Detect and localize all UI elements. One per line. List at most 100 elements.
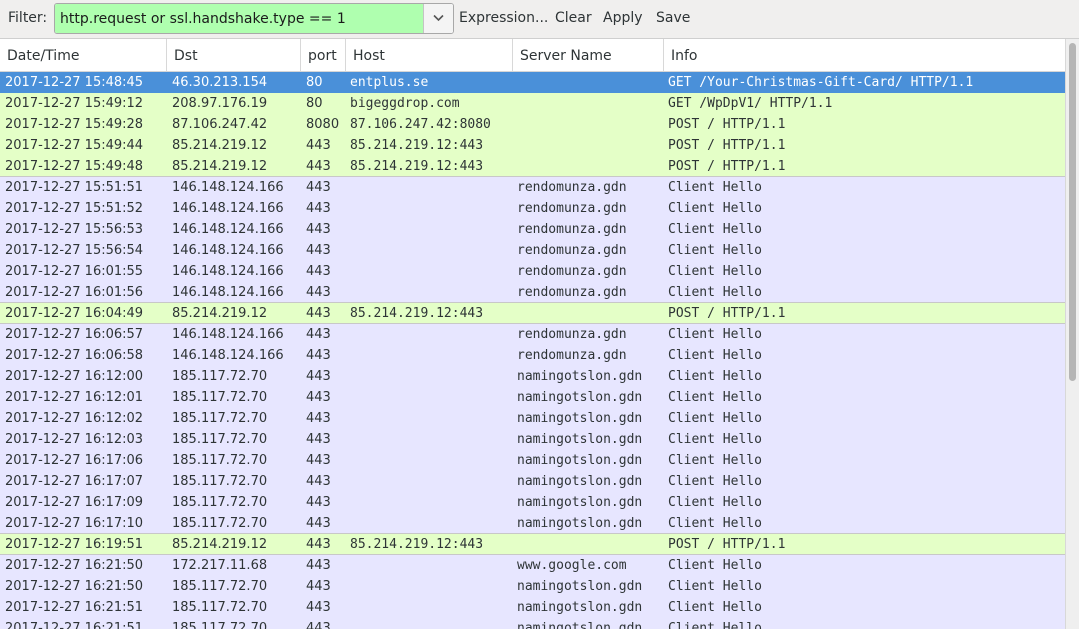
table-row[interactable]: 2017-12-27 16:17:06 185.117.72.70 443 namin… bbox=[0, 450, 1065, 471]
expression-button[interactable]: Expression... bbox=[459, 10, 548, 26]
cell-datetime: 2017-12-27 15:49:48 bbox=[5, 159, 144, 174]
display-filter-input[interactable] bbox=[55, 4, 423, 33]
cell-datetime: 2017-12-27 16:17:06 bbox=[5, 453, 144, 468]
table-row[interactable]: 2017-12-27 16:01:55 146.148.124.166 443 ren… bbox=[0, 261, 1065, 282]
table-row[interactable]: 2017-12-27 15:49:12 208.97.176.19 80 bigegg… bbox=[0, 93, 1065, 114]
packet-list-header: Date/Time Dst port Host Server Name Info bbox=[0, 39, 1065, 72]
table-row[interactable]: 2017-12-27 15:49:28 87.106.247.42 8080 87.1… bbox=[0, 114, 1065, 135]
table-row[interactable]: 2017-12-27 16:21:51 185.117.72.70 443 namin… bbox=[0, 618, 1065, 629]
column-header-dst[interactable]: Dst bbox=[167, 39, 301, 71]
cell-dst: 185.117.72.70 bbox=[172, 453, 268, 468]
cell-info: Client Hello bbox=[668, 621, 762, 629]
table-row[interactable]: 2017-12-27 16:17:09 185.117.72.70 443 namin… bbox=[0, 492, 1065, 513]
cell-server-name: namingotslon.gdn bbox=[517, 432, 643, 447]
table-row[interactable]: 2017-12-27 16:21:51 185.117.72.70 443 namin… bbox=[0, 597, 1065, 618]
table-row[interactable]: 2017-12-27 16:12:00 185.117.72.70 443 namin… bbox=[0, 366, 1065, 387]
cell-host bbox=[350, 576, 510, 597]
packet-rows: 2017-12-27 15:48:45 46.30.213.154 80 entplu… bbox=[0, 72, 1065, 629]
cell-datetime: 2017-12-27 16:12:02 bbox=[5, 411, 144, 426]
column-header-info[interactable]: Info bbox=[664, 39, 1065, 71]
cell-info: Client Hello bbox=[668, 222, 762, 237]
cell-host bbox=[350, 555, 510, 576]
table-row[interactable]: 2017-12-27 16:04:49 85.214.219.12 443 85.21… bbox=[0, 303, 1065, 324]
cell-server-name: namingotslon.gdn bbox=[517, 579, 643, 594]
cell-host: 85.214.219.12:443 bbox=[350, 306, 484, 321]
cell-host bbox=[350, 282, 510, 303]
cell-datetime: 2017-12-27 15:51:52 bbox=[5, 201, 144, 216]
clear-button[interactable]: Clear bbox=[555, 10, 592, 26]
table-row[interactable]: 2017-12-27 15:51:52 146.148.124.166 443 ren… bbox=[0, 198, 1065, 219]
cell-dst: 87.106.247.42 bbox=[172, 117, 268, 132]
table-row[interactable]: 2017-12-27 16:17:07 185.117.72.70 443 namin… bbox=[0, 471, 1065, 492]
cell-port: 443 bbox=[306, 327, 331, 342]
column-header-host[interactable]: Host bbox=[346, 39, 513, 71]
cell-host bbox=[350, 492, 510, 513]
cell-port: 80 bbox=[306, 96, 323, 111]
cell-datetime: 2017-12-27 16:04:49 bbox=[5, 306, 144, 321]
table-row[interactable]: 2017-12-27 15:56:53 146.148.124.166 443 ren… bbox=[0, 219, 1065, 240]
cell-host bbox=[350, 408, 510, 429]
cell-info: Client Hello bbox=[668, 264, 762, 279]
cell-server-name: namingotslon.gdn bbox=[517, 390, 643, 405]
cell-host bbox=[350, 471, 510, 492]
vertical-scrollbar[interactable] bbox=[1065, 39, 1079, 629]
cell-port: 443 bbox=[306, 285, 331, 300]
column-header-datetime[interactable]: Date/Time bbox=[0, 39, 167, 71]
cell-port: 443 bbox=[306, 474, 331, 489]
cell-dst: 185.117.72.70 bbox=[172, 390, 268, 405]
cell-info: POST / HTTP/1.1 bbox=[668, 117, 786, 132]
cell-port: 443 bbox=[306, 432, 331, 447]
table-row[interactable]: 2017-12-27 15:49:44 85.214.219.12 443 85.21… bbox=[0, 135, 1065, 156]
cell-port: 443 bbox=[306, 600, 331, 615]
cell-host: 85.214.219.12:443 bbox=[350, 138, 484, 153]
cell-host: bigeggdrop.com bbox=[350, 96, 460, 111]
table-row[interactable]: 2017-12-27 15:51:51 146.148.124.166 443 ren… bbox=[0, 177, 1065, 198]
cell-dst: 185.117.72.70 bbox=[172, 621, 268, 629]
cell-server-name: rendomunza.gdn bbox=[517, 222, 627, 237]
table-row[interactable]: 2017-12-27 16:21:50 185.117.72.70 443 namin… bbox=[0, 576, 1065, 597]
table-row[interactable]: 2017-12-27 16:01:56 146.148.124.166 443 ren… bbox=[0, 282, 1065, 303]
table-row[interactable]: 2017-12-27 16:12:01 185.117.72.70 443 namin… bbox=[0, 387, 1065, 408]
scrollbar-thumb[interactable] bbox=[1069, 43, 1076, 381]
table-row[interactable]: 2017-12-27 15:48:45 46.30.213.154 80 entplu… bbox=[0, 72, 1065, 93]
column-header-port[interactable]: port bbox=[301, 39, 346, 71]
cell-port: 443 bbox=[306, 411, 331, 426]
cell-host bbox=[350, 324, 510, 345]
cell-host bbox=[350, 618, 510, 629]
cell-host bbox=[350, 450, 510, 471]
cell-dst: 146.148.124.166 bbox=[172, 201, 284, 216]
cell-port: 443 bbox=[306, 390, 331, 405]
cell-datetime: 2017-12-27 16:12:03 bbox=[5, 432, 144, 447]
table-row[interactable]: 2017-12-27 16:19:51 85.214.219.12 443 85.21… bbox=[0, 534, 1065, 555]
table-row[interactable]: 2017-12-27 16:12:02 185.117.72.70 443 namin… bbox=[0, 408, 1065, 429]
table-row[interactable]: 2017-12-27 16:12:03 185.117.72.70 443 namin… bbox=[0, 429, 1065, 450]
cell-dst: 185.117.72.70 bbox=[172, 600, 268, 615]
cell-server-name: rendomunza.gdn bbox=[517, 285, 627, 300]
table-row[interactable]: 2017-12-27 16:06:58 146.148.124.166 443 ren… bbox=[0, 345, 1065, 366]
table-row[interactable]: 2017-12-27 16:21:50 172.217.11.68 443 www.g… bbox=[0, 555, 1065, 576]
table-row[interactable]: 2017-12-27 16:06:57 146.148.124.166 443 ren… bbox=[0, 324, 1065, 345]
cell-info: Client Hello bbox=[668, 348, 762, 363]
table-row[interactable]: 2017-12-27 15:56:54 146.148.124.166 443 ren… bbox=[0, 240, 1065, 261]
apply-button[interactable]: Apply bbox=[603, 10, 643, 26]
cell-info: Client Hello bbox=[668, 495, 762, 510]
table-row[interactable]: 2017-12-27 15:49:48 85.214.219.12 443 85.21… bbox=[0, 156, 1065, 177]
cell-dst: 208.97.176.19 bbox=[172, 96, 268, 111]
cell-server-name: www.google.com bbox=[517, 558, 627, 573]
table-row[interactable]: 2017-12-27 16:17:10 185.117.72.70 443 namin… bbox=[0, 513, 1065, 534]
column-header-server-name[interactable]: Server Name bbox=[513, 39, 664, 71]
cell-dst: 146.148.124.166 bbox=[172, 264, 284, 279]
cell-server-name bbox=[517, 534, 662, 555]
filter-history-dropdown[interactable] bbox=[424, 4, 453, 33]
cell-info: Client Hello bbox=[668, 390, 762, 405]
cell-info: Client Hello bbox=[668, 453, 762, 468]
cell-info: Client Hello bbox=[668, 285, 762, 300]
cell-dst: 146.148.124.166 bbox=[172, 327, 284, 342]
cell-datetime: 2017-12-27 15:49:12 bbox=[5, 96, 144, 111]
cell-datetime: 2017-12-27 16:06:57 bbox=[5, 327, 144, 342]
display-filter-combo[interactable] bbox=[54, 3, 454, 34]
cell-server-name: namingotslon.gdn bbox=[517, 516, 643, 531]
save-button[interactable]: Save bbox=[656, 10, 690, 26]
cell-info: Client Hello bbox=[668, 327, 762, 342]
cell-datetime: 2017-12-27 15:49:44 bbox=[5, 138, 144, 153]
